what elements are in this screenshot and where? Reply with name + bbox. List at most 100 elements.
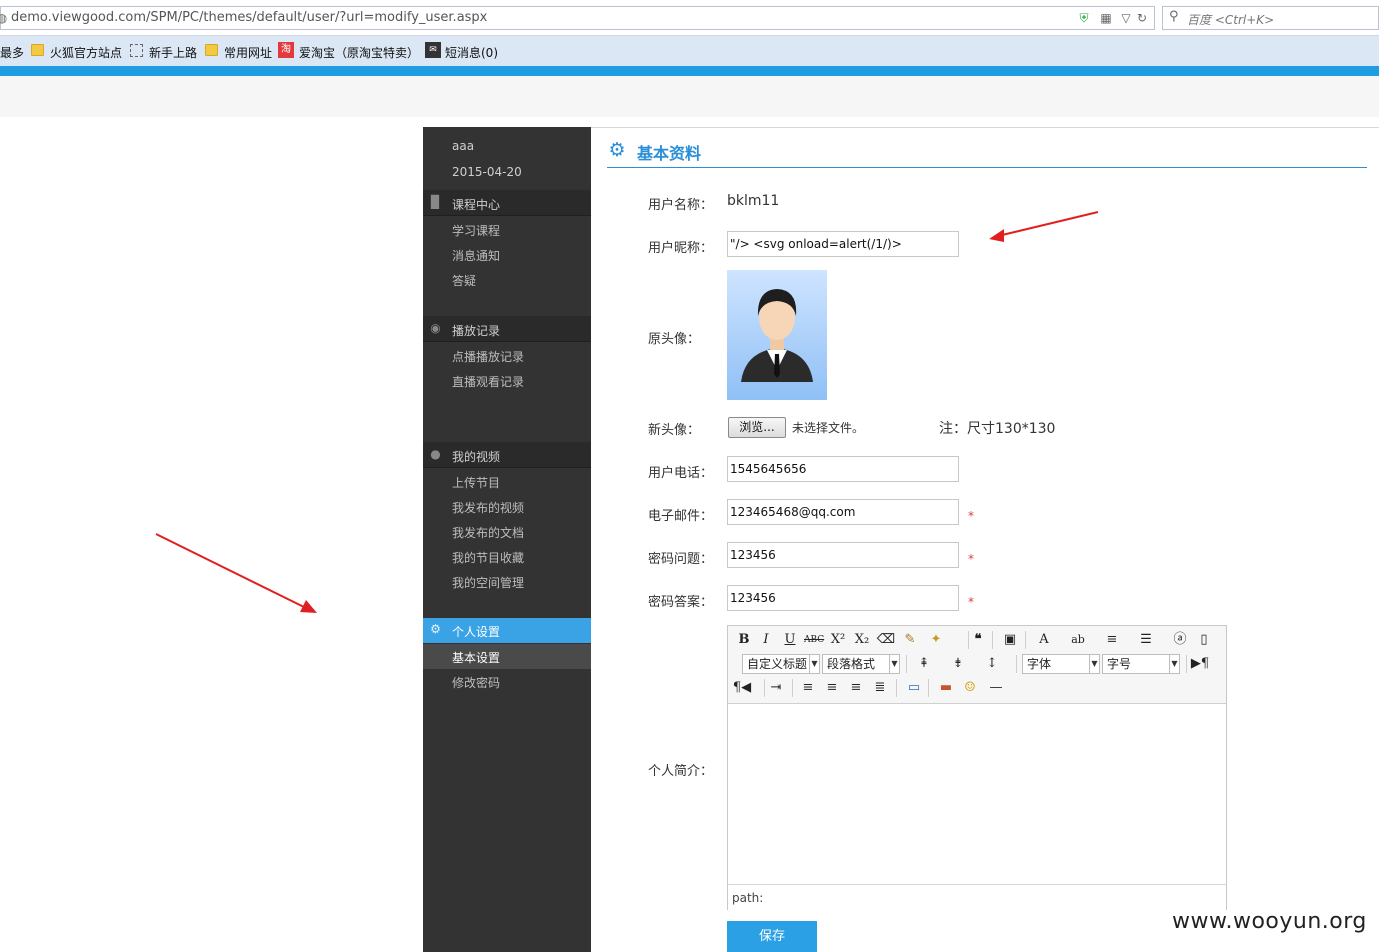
page-title: 基本资料 <box>637 144 702 163</box>
url-text[interactable]: demo.viewgood.com/SPM/PC/themes/default/… <box>11 10 487 25</box>
underline-icon[interactable]: U <box>780 630 800 650</box>
align-justify-icon[interactable]: ≣ <box>870 678 890 698</box>
toolbar-divider <box>992 631 993 649</box>
sidebar-item-my-videos[interactable]: 我发布的视频 <box>452 499 524 516</box>
gear-icon: ⚙ <box>430 622 441 636</box>
bold-icon[interactable]: B <box>734 630 754 650</box>
sidebar-item-space-manage[interactable]: 我的空间管理 <box>452 574 524 591</box>
select-value: 自定义标题 <box>747 657 808 671</box>
font-color-icon[interactable]: A <box>1034 630 1054 650</box>
indent-icon[interactable]: ⇥ <box>766 678 786 698</box>
qr-code-icon[interactable]: ▦ <box>1099 11 1113 25</box>
sidebar-item-notifications[interactable]: 消息通知 <box>452 247 500 264</box>
taobao-icon: 淘 <box>278 42 294 58</box>
horizontal-rule-icon[interactable]: — <box>986 678 1006 698</box>
sidebar-item-upload[interactable]: 上传节目 <box>452 474 500 491</box>
align-right-icon[interactable]: ≡ <box>846 678 866 698</box>
shield-icon[interactable]: ⛨ <box>1077 11 1091 25</box>
bookmark-most-visited[interactable]: 最多 <box>0 44 24 61</box>
file-status: 未选择文件。 <box>792 421 865 435</box>
line-spacing-top-icon[interactable]: ⇞ <box>914 654 934 674</box>
phone-input[interactable]: 1545645656 <box>727 456 959 482</box>
nickname-input[interactable]: "/> <svg onload=alert(/1/)> <box>727 231 959 257</box>
avatar-label: 原头像： <box>648 332 701 347</box>
sidebar-item-basic-settings[interactable]: 基本设置 <box>423 644 591 669</box>
paste-text-icon[interactable]: ▣ <box>1000 630 1020 650</box>
blockquote-icon[interactable]: ❝ <box>968 630 988 650</box>
custom-heading-select[interactable]: 自定义标题 ▼ <box>742 654 820 674</box>
paragraph-format-select[interactable]: 段落格式 ▼ <box>822 654 900 674</box>
chevron-down-icon: ▼ <box>809 655 819 673</box>
rtl-icon[interactable]: ¶◀ <box>732 678 752 698</box>
avatar <box>727 270 827 400</box>
section-title: 播放记录 <box>452 324 501 338</box>
sidebar-item-study-courses[interactable]: 学习课程 <box>452 222 500 239</box>
media-icon[interactable]: ▭ <box>904 678 924 698</box>
strikethrough-icon[interactable]: ABC <box>804 630 824 650</box>
eraser-icon[interactable]: ⌫ <box>876 630 896 650</box>
line-spacing-bottom-icon[interactable]: ⇟ <box>948 654 968 674</box>
bookmark-getting-started[interactable]: 新手上路 <box>149 44 197 61</box>
superscript-icon[interactable]: X² <box>828 630 848 650</box>
bookmark-common-sites[interactable]: 常用网址 <box>224 44 272 61</box>
italic-icon[interactable]: I <box>756 630 776 650</box>
sidebar-item-change-password[interactable]: 修改密码 <box>452 674 500 691</box>
sidebar-item-qa[interactable]: 答疑 <box>452 272 476 289</box>
answer-label: 密码答案： <box>648 595 714 610</box>
section-title: 个人设置 <box>452 625 501 639</box>
font-size-select[interactable]: 字号 ▼ <box>1102 654 1180 674</box>
clear-doc-icon[interactable]: ▯ <box>1194 630 1214 650</box>
search-input[interactable]: ⚲ 百度 <Ctrl+K> <box>1162 6 1379 30</box>
toolbar-divider <box>906 655 907 673</box>
section-course-center[interactable]: ▉ 课程中心 <box>423 190 591 216</box>
ordered-list-icon[interactable]: ≡ <box>1102 630 1122 650</box>
section-personal-settings[interactable]: ⚙ 个人设置 <box>423 618 591 643</box>
browse-button[interactable]: 浏览... <box>728 417 786 438</box>
unordered-list-icon[interactable]: ☰ <box>1136 630 1156 650</box>
sidebar-item-live-history[interactable]: 直播观看记录 <box>452 373 524 390</box>
sidebar-item-my-documents[interactable]: 我发布的文档 <box>452 524 524 541</box>
line-height-icon[interactable]: ↕ <box>982 654 1002 674</box>
intro-editor[interactable]: B I U ABC X² X₂ ⌫ ✎ ✦ ❝ ▣ A ab ≡ ☰ ⓐ ▯ 自… <box>727 625 1227 910</box>
dropdown-icon[interactable]: ▽ <box>1119 11 1133 25</box>
select-all-icon[interactable]: ⓐ <box>1170 630 1190 650</box>
image-icon[interactable]: ▬ <box>936 678 956 698</box>
sidebar-item-label: 基本设置 <box>452 651 501 665</box>
emoticon-icon[interactable]: ☺ <box>960 678 980 698</box>
question-label: 密码问题： <box>648 552 714 567</box>
subscript-icon[interactable]: X₂ <box>852 630 872 650</box>
sidebar-item-favorites[interactable]: 我的节目收藏 <box>452 549 524 566</box>
align-center-icon[interactable]: ≡ <box>822 678 842 698</box>
reload-icon[interactable]: ↻ <box>1135 11 1149 25</box>
bookmark-messages[interactable]: 短消息(0) <box>445 44 498 61</box>
auto-format-icon[interactable]: ✦ <box>926 630 946 650</box>
question-input[interactable]: 123456 <box>727 542 959 568</box>
answer-input[interactable]: 123456 <box>727 585 959 611</box>
email-input[interactable]: 123465468@qq.com <box>727 499 959 525</box>
section-play-history[interactable]: ◉ 播放记录 <box>423 316 591 342</box>
section-my-videos[interactable]: ● 我的视频 <box>423 442 591 468</box>
gear-icon: ⚙ <box>608 139 626 161</box>
required-mark: * <box>968 595 974 609</box>
bookmark-firefox-official[interactable]: 火狐官方站点 <box>50 44 122 61</box>
editor-toolbar: B I U ABC X² X₂ ⌫ ✎ ✦ ❝ ▣ A ab ≡ ☰ ⓐ ▯ 自… <box>728 626 1226 704</box>
chevron-down-icon: ▼ <box>1089 655 1099 673</box>
intro-label: 个人简介： <box>648 764 714 779</box>
sidebar-item-vod-history[interactable]: 点播播放记录 <box>452 348 524 365</box>
address-bar[interactable]: ◍ demo.viewgood.com/SPM/PC/themes/defaul… <box>0 6 1155 30</box>
compass-icon: ◉ <box>430 321 441 335</box>
folder-icon <box>31 44 44 56</box>
toolbar-divider <box>764 679 765 697</box>
site-info-icon[interactable]: ◍ <box>0 11 9 25</box>
align-left-icon[interactable]: ≡ <box>798 678 818 698</box>
toolbar-divider <box>792 679 793 697</box>
sidebar-username: aaa <box>452 139 475 153</box>
save-button[interactable]: 保存 <box>727 921 817 952</box>
select-value: 段落格式 <box>827 657 876 671</box>
format-brush-icon[interactable]: ✎ <box>900 630 920 650</box>
bookmark-aitaobao[interactable]: 爱淘宝（原淘宝特卖） <box>299 44 419 61</box>
ltr-icon[interactable]: ▶¶ <box>1190 654 1210 674</box>
font-family-select[interactable]: 字体 ▼ <box>1022 654 1100 674</box>
highlight-icon[interactable]: ab <box>1068 630 1088 650</box>
folder-icon <box>205 44 218 56</box>
